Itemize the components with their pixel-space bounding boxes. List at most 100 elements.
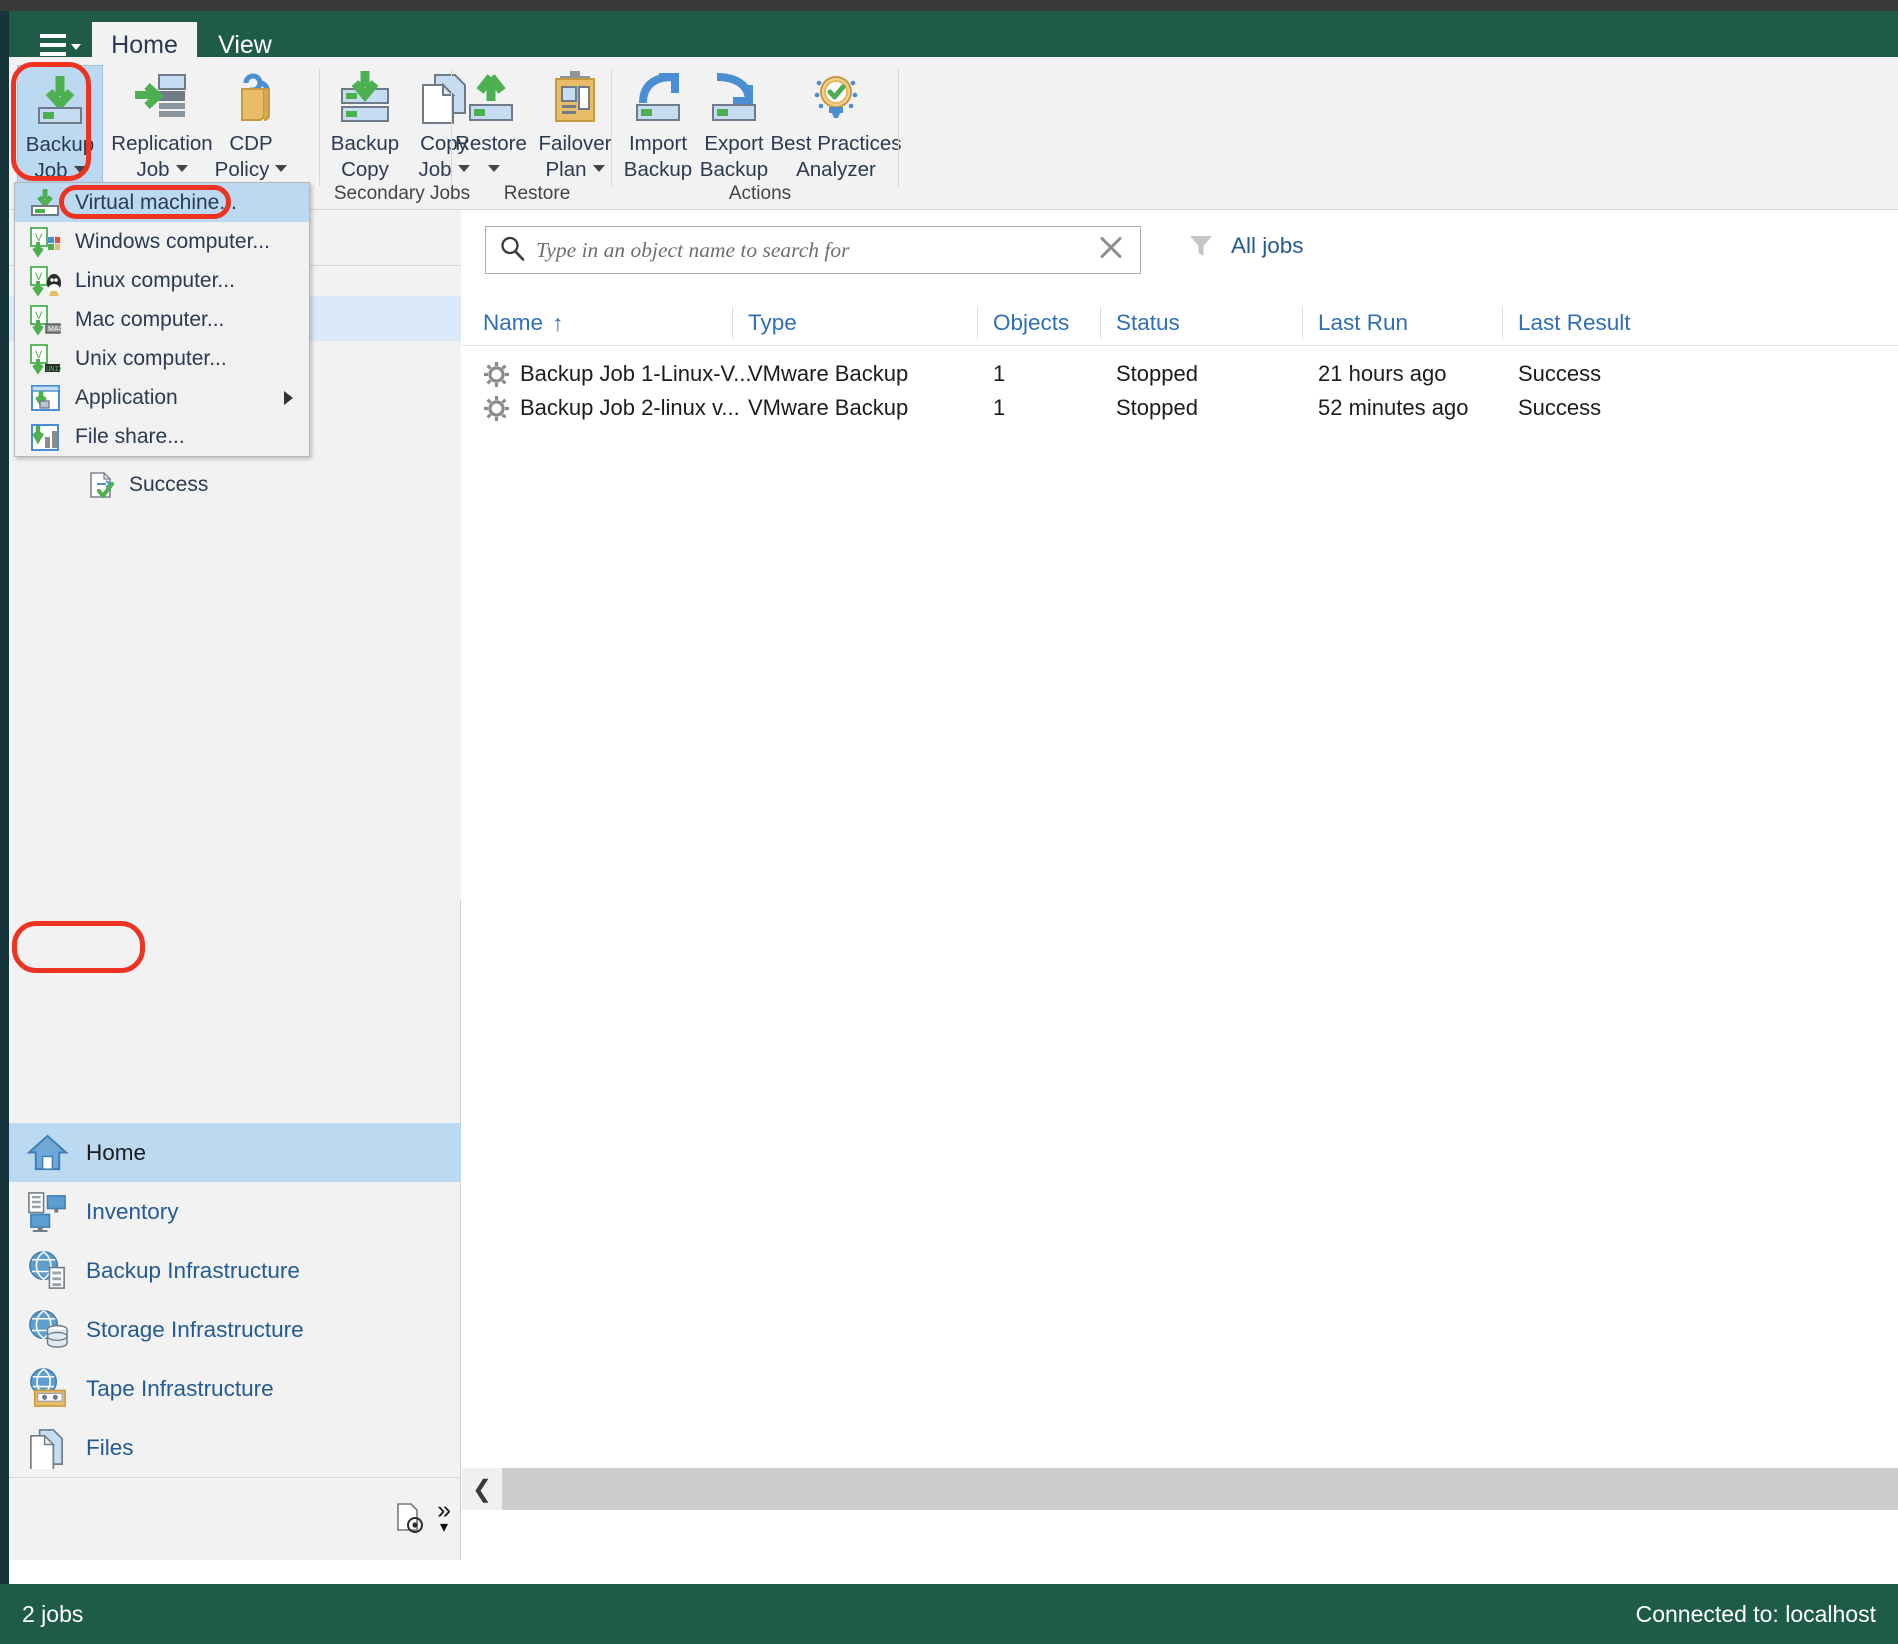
search-input[interactable]: Type in an object name to search for (536, 238, 849, 263)
chevron-double-right-icon: » (437, 1496, 451, 1524)
jobs-filter-label: All jobs (1231, 233, 1304, 258)
cell-objects: 1 (993, 361, 1006, 386)
sidebar-item-files-label: Files (86, 1434, 134, 1460)
cell-last-result: Success (1518, 361, 1602, 386)
svg-text:UNIX: UNIX (46, 365, 61, 373)
jobs-filter[interactable]: All jobs (1187, 232, 1304, 260)
column-header-status[interactable]: Status (1100, 300, 1302, 346)
sidebar-item-storage-infrastructure[interactable]: Storage Infrastructure (9, 1300, 461, 1359)
best-practices-label-2: Analyzer (796, 158, 876, 181)
backup-job-label-1: Backup (25, 133, 95, 156)
backup-copy-button[interactable]: Backup Copy (320, 65, 410, 185)
sidebar-item-backup-infrastructure-label: Backup Infrastructure (86, 1257, 300, 1283)
chevron-down-icon (70, 44, 81, 50)
cell-last-run: 21 hours ago (1318, 361, 1447, 386)
column-header-objects-label: Objects (993, 310, 1070, 335)
horizontal-scrollbar[interactable]: ❮ (462, 1468, 1898, 1510)
sidebar-item-inventory[interactable]: Inventory (9, 1182, 461, 1241)
sidebar-item-files[interactable]: Files (9, 1418, 461, 1477)
menu-item-mac-computer-label: Mac computer... (75, 307, 225, 331)
cell-last-run: 52 minutes ago (1318, 395, 1469, 420)
best-practices-icon (807, 65, 865, 127)
expand-panel-button[interactable]: » ▾ (437, 1496, 451, 1537)
files-icon (30, 1429, 63, 1469)
search-row: Type in an object name to search for All… (462, 210, 1898, 300)
failover-plan-icon (546, 65, 604, 127)
column-divider (732, 307, 733, 339)
replication-job-button[interactable]: Replication Job (105, 65, 219, 185)
inventory-icon (28, 1192, 66, 1233)
cell-objects: 1 (993, 395, 1006, 420)
menu-item-unix-computer-label: Unix computer... (75, 346, 227, 370)
table-row[interactable]: Backup Job 1-Linux-V... VMware Backup 1 … (462, 357, 1898, 391)
export-backup-label-2: Backup (699, 158, 769, 181)
column-header-last-run[interactable]: Last Run (1302, 300, 1502, 346)
scrollbar-thumb[interactable] (502, 1468, 1898, 1510)
menu-item-unix-computer[interactable]: V UNIX Unix computer... (15, 339, 309, 378)
unix-computer-icon: V UNIX (29, 343, 64, 375)
export-backup-label-1: Export (704, 132, 764, 155)
menu-item-virtual-machine[interactable]: Virtual machine... (15, 183, 309, 222)
tape-infrastructure-icon (30, 1368, 66, 1407)
tree-item-success-label: Success (129, 472, 209, 496)
jobs-grid-header: Name ↑ Type Objects Status Last Run Last… (462, 300, 1898, 346)
failover-plan-label-1: Failover (538, 132, 612, 155)
menu-item-file-share-label: File share... (75, 424, 185, 448)
restore-button[interactable]: Restore (452, 65, 530, 185)
backup-copy-label-1: Backup (330, 132, 400, 155)
backup-job-label-2-text: Job (34, 159, 68, 182)
job-gear-icon (484, 361, 509, 387)
column-header-last-run-label: Last Run (1318, 310, 1409, 335)
sidebar-item-inventory-label: Inventory (86, 1198, 179, 1224)
table-row[interactable]: Backup Job 2-linux v... VMware Backup 1 … (462, 391, 1898, 425)
sidebar-item-storage-infrastructure-label: Storage Infrastructure (86, 1316, 304, 1342)
best-practices-analyzer-button[interactable]: Best Practices Analyzer (764, 65, 908, 185)
menu-item-application[interactable]: Application (15, 378, 309, 417)
column-header-last-result-label: Last Result (1518, 310, 1631, 335)
menu-item-linux-computer-label: Linux computer... (75, 268, 235, 292)
cell-type: VMware Backup (748, 361, 909, 386)
column-header-name[interactable]: Name ↑ (467, 300, 732, 346)
chevron-down-icon (592, 165, 605, 172)
search-box[interactable]: Type in an object name to search for (485, 226, 1141, 274)
file-share-icon (29, 421, 61, 453)
menu-item-file-share[interactable]: File share... (15, 417, 309, 456)
cdp-policy-button[interactable]: CDP Policy (205, 65, 297, 185)
success-job-icon (90, 471, 114, 498)
clear-icon[interactable] (1096, 233, 1126, 268)
ribbon-group-secondary-jobs: Backup Copy Copy Job Secondary Jobs (320, 57, 470, 210)
windows-computer-icon: V (29, 226, 61, 258)
configure-panel-icon[interactable] (393, 1502, 427, 1536)
sidebar-item-home[interactable]: Home (9, 1123, 461, 1182)
column-header-type[interactable]: Type (732, 300, 977, 346)
title-strip (0, 0, 1898, 11)
tree-item-success[interactable]: Success (9, 462, 461, 507)
cell-name-text: Backup Job 1-Linux-V... (520, 361, 752, 386)
backup-job-button[interactable]: Backup Job (17, 65, 103, 185)
status-bar-connection: Connected to: localhost (1635, 1600, 1876, 1627)
menu-item-windows-computer[interactable]: V Windows computer... (15, 222, 309, 261)
application-icon (29, 382, 61, 414)
menu-item-linux-computer[interactable]: V Linux computer... (15, 261, 309, 300)
virtual-machine-icon (29, 187, 61, 219)
sidebar-item-backup-infrastructure[interactable]: Backup Infrastructure (9, 1241, 461, 1300)
failover-plan-button[interactable]: Failover Plan (528, 65, 622, 185)
cell-type: VMware Backup (748, 395, 909, 420)
column-header-objects[interactable]: Objects (977, 300, 1100, 346)
chevron-down-icon (275, 165, 288, 172)
cdp-policy-label-1: CDP (229, 132, 273, 155)
sidebar-item-home-label: Home (86, 1139, 147, 1165)
restore-icon (462, 65, 520, 127)
column-header-last-result[interactable]: Last Result (1502, 300, 1702, 346)
sidebar-item-tape-infrastructure[interactable]: Tape Infrastructure (9, 1359, 461, 1418)
status-bar-jobs-count: 2 jobs (22, 1600, 84, 1627)
status-bar: 2 jobs Connected to: localhost (0, 1584, 1898, 1644)
tab-home-label: Home (111, 30, 178, 59)
column-divider (1100, 307, 1101, 339)
copy-job-label-2-text: Job (418, 158, 452, 181)
main-content: Type in an object name to search for All… (462, 210, 1898, 1560)
chevron-right-icon (284, 390, 293, 405)
scroll-left-button[interactable]: ❮ (462, 1468, 502, 1510)
linux-computer-icon: V (29, 265, 61, 297)
menu-item-mac-computer[interactable]: V MAC Mac computer... (15, 300, 309, 339)
